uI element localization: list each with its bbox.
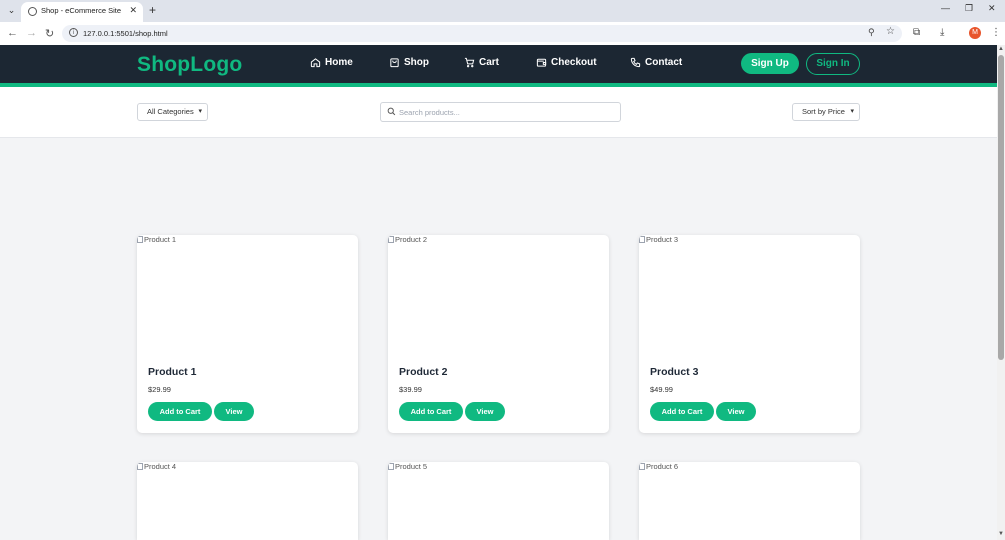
forward-icon[interactable]: → (26, 27, 37, 39)
sort-select[interactable]: Sort by Price ▾ (792, 103, 860, 121)
phone-icon (630, 57, 641, 68)
broken-image-icon (639, 236, 645, 243)
broken-image-icon (388, 236, 394, 243)
product-price: $29.99 (148, 385, 171, 394)
profile-avatar[interactable]: M (969, 27, 981, 39)
search-input[interactable] (399, 105, 614, 119)
nav-checkout-label: Checkout (551, 57, 597, 68)
chevron-down-icon: ▾ (198, 108, 202, 115)
search-box[interactable] (380, 102, 621, 122)
close-tab-icon[interactable]: ✕ (129, 5, 137, 16)
scrollbar-thumb[interactable] (998, 55, 1004, 360)
browser-tab-bar: ⌄ Shop - eCommerce Site ✕ + — ❐ ✕ (0, 0, 1005, 22)
page-scrollbar[interactable]: ▲ ▼ (997, 45, 1005, 540)
url-text: 127.0.0.1:5501/shop.html (83, 29, 168, 38)
site-info-icon[interactable]: i (69, 28, 78, 37)
cart-icon (464, 57, 475, 68)
browser-tab[interactable]: Shop - eCommerce Site ✕ (21, 2, 143, 22)
add-to-cart-button[interactable]: Add to Cart (148, 402, 212, 421)
nav-contact[interactable]: Contact (630, 57, 682, 68)
product-price: $49.99 (650, 385, 673, 394)
product-name: Product 3 (650, 366, 699, 378)
nav-home[interactable]: Home (310, 57, 353, 68)
bag-icon (390, 58, 399, 68)
zoom-icon[interactable]: ⚲ (868, 27, 875, 38)
tab-search-icon[interactable]: ⌄ (5, 4, 18, 17)
back-icon[interactable]: ← (7, 27, 18, 39)
chevron-down-icon: ▾ (850, 108, 854, 115)
new-tab-icon[interactable]: + (149, 3, 156, 17)
scroll-up-icon[interactable]: ▲ (998, 46, 1004, 52)
product-card: Product 5 (388, 462, 609, 540)
nav-shop[interactable]: Shop (389, 57, 429, 68)
product-card: Product 4 (137, 462, 358, 540)
search-icon (387, 107, 396, 116)
category-select-value: All Categories (147, 107, 194, 116)
close-window-icon[interactable]: ✕ (988, 3, 996, 14)
broken-image-icon (137, 236, 143, 243)
home-icon (310, 58, 321, 68)
view-button[interactable]: View (465, 402, 505, 421)
tab-title: Shop - eCommerce Site (41, 6, 122, 15)
add-to-cart-button[interactable]: Add to Cart (399, 402, 463, 421)
view-button[interactable]: View (214, 402, 254, 421)
broken-image-icon (639, 463, 645, 470)
nav-home-label: Home (325, 57, 353, 68)
product-image: Product 4 (137, 462, 176, 471)
globe-icon (28, 7, 37, 16)
broken-image-icon (388, 463, 394, 470)
product-image: Product 2 (388, 235, 427, 244)
nav-cart-label: Cart (479, 57, 500, 68)
reload-icon[interactable]: ↻ (45, 27, 54, 40)
wallet-icon (536, 58, 547, 67)
product-image: Product 6 (639, 462, 678, 471)
sign-in-button[interactable]: Sign In (806, 53, 860, 75)
view-button[interactable]: View (716, 402, 756, 421)
product-price: $39.99 (399, 385, 422, 394)
product-image: Product 1 (137, 235, 176, 244)
nav-shop-label: Shop (404, 57, 429, 68)
download-icon[interactable]: ⤓ (940, 27, 944, 38)
product-card: Product 6 (639, 462, 860, 540)
category-select[interactable]: All Categories ▾ (137, 103, 208, 121)
minimize-icon[interactable]: — (941, 3, 950, 13)
url-field[interactable]: i 127.0.0.1:5501/shop.html ⚲ ☆ (62, 25, 902, 42)
add-to-cart-button[interactable]: Add to Cart (650, 402, 714, 421)
bookmark-star-icon[interactable]: ☆ (886, 26, 895, 37)
product-name: Product 2 (399, 366, 448, 378)
nav-checkout[interactable]: Checkout (536, 57, 597, 68)
address-bar-row: ← → ↻ i 127.0.0.1:5501/shop.html ⚲ ☆ ⧉ ⤓… (0, 22, 1005, 45)
extensions-icon[interactable]: ⧉ (913, 27, 920, 38)
nav-cart[interactable]: Cart (464, 57, 499, 68)
broken-image-icon (137, 463, 143, 470)
product-card: Product 3 Product 3 $49.99 Add to Cart V… (639, 235, 860, 433)
product-card: Product 2 Product 2 $39.99 Add to Cart V… (388, 235, 609, 433)
site-header: ShopLogo Home Shop Cart Checkout Contact… (0, 45, 997, 83)
product-image: Product 3 (639, 235, 678, 244)
sort-select-value: Sort by Price (802, 107, 845, 116)
logo[interactable]: ShopLogo (137, 53, 242, 77)
product-image: Product 5 (388, 462, 427, 471)
product-card: Product 1 Product 1 $29.99 Add to Cart V… (137, 235, 358, 433)
nav-contact-label: Contact (645, 57, 683, 68)
product-name: Product 1 (148, 366, 197, 378)
browser-menu-icon[interactable]: ⋮ (991, 27, 1001, 38)
scroll-down-icon[interactable]: ▼ (998, 531, 1004, 537)
sign-up-button[interactable]: Sign Up (741, 53, 799, 74)
restore-icon[interactable]: ❐ (965, 3, 973, 14)
filter-bar: All Categories ▾ Sort by Price ▾ (0, 87, 997, 138)
